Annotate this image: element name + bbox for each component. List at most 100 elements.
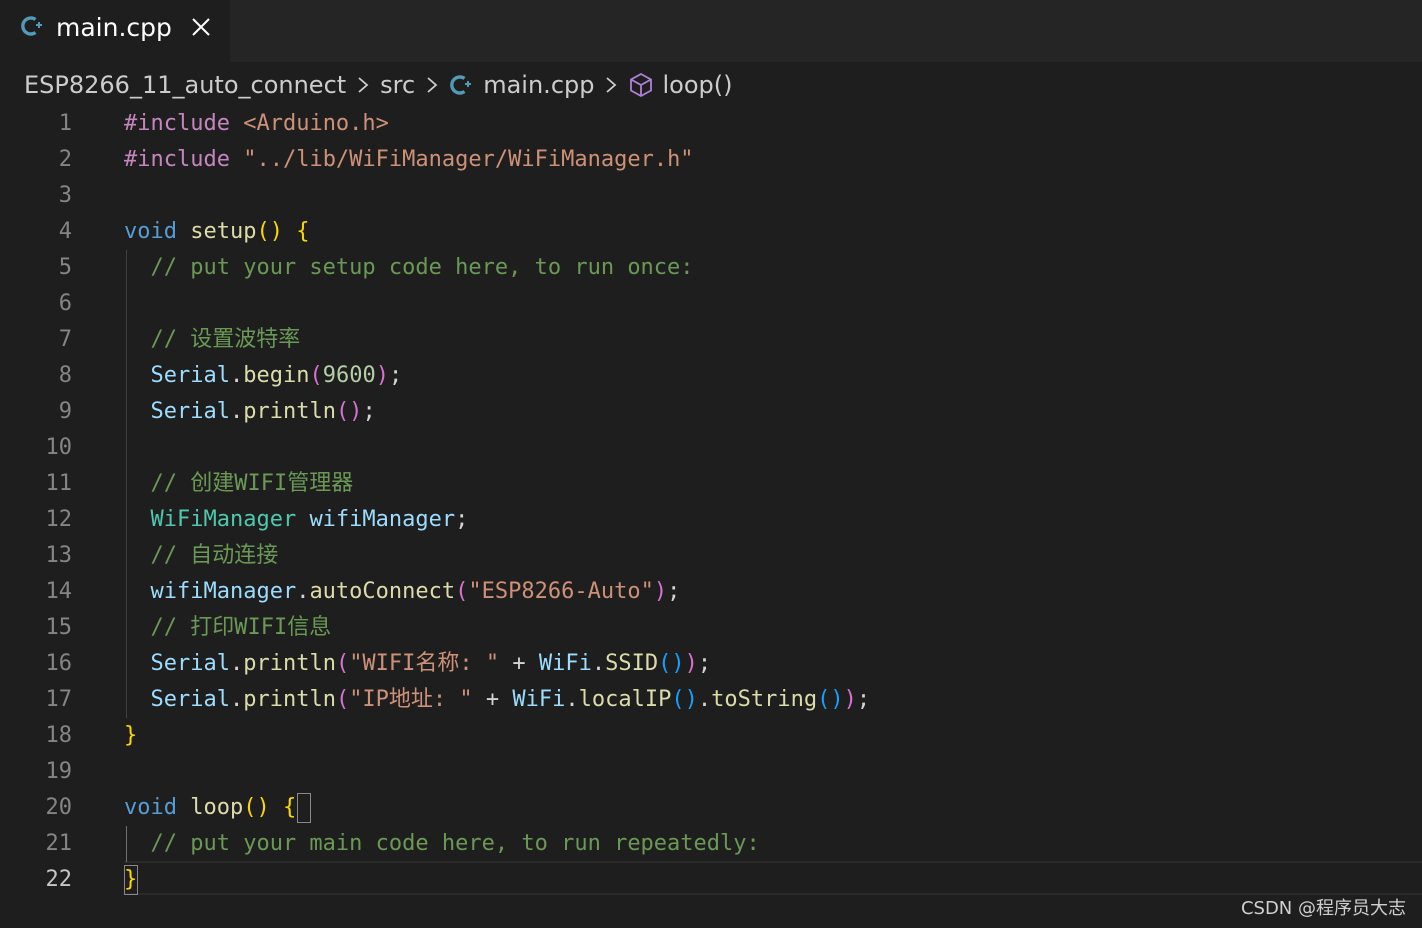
code-token: + (499, 651, 539, 676)
code-token: . (697, 687, 712, 712)
line-number: 16 (45, 651, 73, 676)
close-icon[interactable] (190, 16, 212, 38)
line-number: 11 (45, 471, 73, 496)
cpp-file-icon (21, 16, 42, 36)
code-line[interactable]: 22} (0, 862, 1422, 898)
code-line[interactable]: 14 wifiManager.autoConnect("ESP8266-Auto… (0, 574, 1422, 610)
code-token: () (671, 687, 698, 712)
code-text[interactable]: wifiManager.autoConnect("ESP8266-Auto"); (124, 574, 680, 610)
code-token: { (296, 219, 310, 244)
code-token: Serial (124, 687, 230, 712)
code-text[interactable]: // put your setup code here, to run once… (124, 250, 694, 286)
code-line[interactable]: 15 // 打印WIFI信息 (0, 610, 1422, 646)
cpp-file-icon (450, 75, 472, 95)
code-token: ( (455, 579, 469, 604)
code-text[interactable]: #include <Arduino.h> (124, 106, 389, 142)
code-line[interactable]: 4 void setup() { (0, 214, 1422, 250)
code-line[interactable]: 1 #include <Arduino.h> (0, 106, 1422, 142)
chevron-right-icon (606, 77, 617, 93)
code-token: ; (667, 579, 681, 604)
code-text[interactable]: Serial.println("WIFI名称: " + WiFi.SSID())… (124, 646, 711, 682)
code-line[interactable]: 21 // put your main code here, to run re… (0, 826, 1422, 862)
code-line[interactable]: 5 // put your setup code here, to run on… (0, 250, 1422, 286)
code-line[interactable]: 16 Serial.println("WIFI名称: " + WiFi.SSID… (0, 646, 1422, 682)
code-token: wifiManager (124, 579, 297, 604)
code-token: #include (124, 111, 244, 136)
code-text[interactable]: } (124, 862, 137, 898)
breadcrumb-item-project[interactable]: ESP8266_11_auto_connect (24, 71, 346, 99)
line-number: 1 (58, 111, 72, 136)
code-text[interactable]: Serial.begin(9600); (124, 358, 402, 394)
code-text[interactable]: // 自动连接 (124, 538, 278, 574)
code-line[interactable]: 10 (0, 430, 1422, 466)
code-token: { (282, 795, 297, 820)
code-token: "../lib/WiFiManager/WiFiManager.h" (243, 147, 694, 172)
code-line[interactable]: 11 // 创建WIFI管理器 (0, 466, 1422, 502)
code-text[interactable]: // 创建WIFI管理器 (124, 466, 353, 502)
code-token: Serial (124, 399, 230, 424)
line-number: 3 (58, 183, 72, 208)
code-line[interactable]: 12 WiFiManager wifiManager; (0, 502, 1422, 538)
code-token: void (124, 219, 177, 244)
code-token: ) (843, 687, 857, 712)
line-number: 4 (58, 219, 72, 244)
code-token: // 设置波特率 (124, 327, 301, 352)
line-number: 19 (45, 759, 73, 784)
code-token: . (229, 687, 244, 712)
code-line[interactable]: 13 // 自动连接 (0, 538, 1422, 574)
breadcrumb-item-src[interactable]: src (380, 71, 415, 99)
tab-main-cpp[interactable]: main.cpp (0, 0, 230, 62)
code-line[interactable]: 3 (0, 178, 1422, 214)
code-token: ; (856, 687, 871, 712)
code-token: // 创建WIFI管理器 (124, 471, 354, 496)
code-token: () (658, 651, 685, 676)
code-text[interactable]: Serial.println(); (124, 394, 375, 430)
code-token: . (591, 651, 606, 676)
code-text[interactable]: WiFiManager wifiManager; (124, 502, 468, 538)
code-line[interactable]: 2 #include "../lib/WiFiManager/WiFiManage… (0, 142, 1422, 178)
code-token: "IP地址: " (349, 687, 473, 712)
code-token: "WIFI名称: " (349, 651, 500, 676)
line-number: 6 (58, 291, 72, 316)
breadcrumb-item-file[interactable]: main.cpp (483, 71, 594, 99)
line-number: 2 (58, 147, 72, 172)
line-number: 15 (45, 615, 73, 640)
code-text[interactable]: void setup() { (124, 214, 309, 250)
code-text[interactable]: // 打印WIFI信息 (124, 610, 331, 646)
code-text[interactable]: Serial.println("IP地址: " + WiFi.localIP()… (124, 682, 870, 718)
code-editor[interactable]: 1 #include <Arduino.h> 2 #include "../lib/W… (0, 106, 1422, 928)
code-token: localIP (578, 687, 672, 712)
code-token: ; (388, 363, 403, 388)
code-token: ) (653, 579, 668, 604)
line-number: 22 (45, 867, 73, 892)
code-text[interactable]: // put your main code here, to run repea… (124, 826, 759, 862)
code-text[interactable]: #include "../lib/WiFiManager/WiFiManager… (124, 142, 694, 178)
code-text[interactable]: // 设置波特率 (124, 322, 300, 358)
code-token: // put your setup code here, to run once… (124, 255, 694, 280)
code-line[interactable]: 8 Serial.begin(9600); (0, 358, 1422, 394)
tab-label: main.cpp (56, 13, 172, 42)
code-token: . (565, 687, 579, 712)
code-line[interactable]: 7 // 设置波特率 (0, 322, 1422, 358)
code-text[interactable]: void loop() { (124, 790, 296, 826)
code-line[interactable]: 9 Serial.println(); (0, 394, 1422, 430)
code-line[interactable]: 17 Serial.println("IP地址: " + WiFi.localI… (0, 682, 1422, 718)
line-number: 7 (58, 327, 72, 352)
breadcrumb-item-symbol[interactable]: loop() (662, 71, 732, 99)
line-number: 17 (45, 687, 73, 712)
code-token: () (256, 219, 283, 244)
line-number: 12 (45, 507, 73, 532)
line-number: 21 (45, 831, 73, 856)
code-token: ) (684, 651, 698, 676)
code-line[interactable]: 19 (0, 754, 1422, 790)
code-text[interactable]: } (124, 718, 137, 754)
code-token: WiFi (512, 687, 566, 712)
code-line[interactable]: 20 void loop() { (0, 790, 1422, 826)
code-line[interactable]: 6 (0, 286, 1422, 322)
line-number: 20 (45, 795, 73, 820)
code-token: SSID (605, 651, 659, 676)
code-line[interactable]: 18} (0, 718, 1422, 754)
code-token: WiFiManager (124, 507, 297, 532)
